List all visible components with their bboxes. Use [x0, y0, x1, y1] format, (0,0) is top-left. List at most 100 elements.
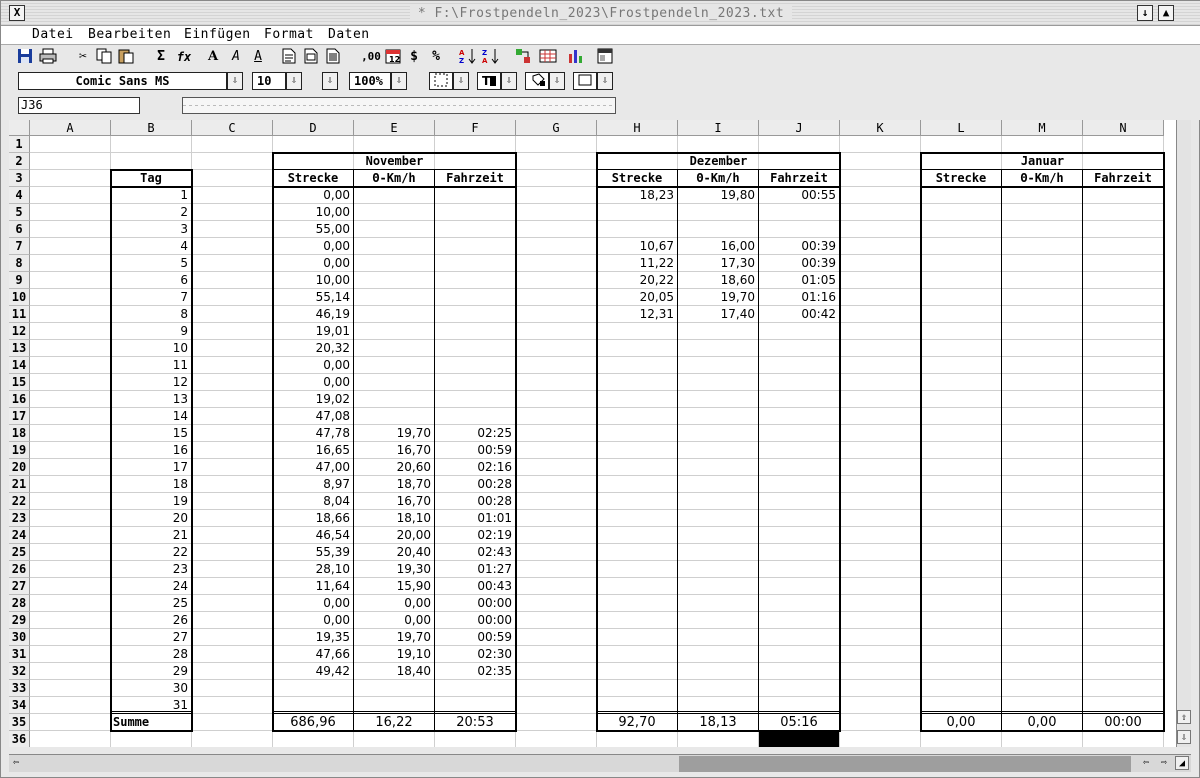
column-header-m[interactable]: M: [1002, 120, 1083, 136]
row-header-6[interactable]: 6: [9, 221, 30, 238]
row-header-7[interactable]: 7: [9, 238, 30, 255]
data-cell[interactable]: 12,31: [597, 306, 677, 323]
row-header-35[interactable]: 35: [9, 714, 30, 731]
scroll-up-icon[interactable]: ⇧: [1177, 710, 1191, 724]
data-cell[interactable]: 0,00: [273, 374, 353, 391]
tag-cell[interactable]: 7: [111, 289, 191, 306]
tag-cell[interactable]: 21: [111, 527, 191, 544]
month-column-header[interactable]: Θ-Km/h: [1002, 170, 1082, 187]
save-icon[interactable]: [16, 48, 34, 66]
formula-input[interactable]: [182, 97, 616, 114]
data-cell[interactable]: 18,66: [273, 510, 353, 527]
data-cell[interactable]: 01:01: [435, 510, 515, 527]
italic-icon[interactable]: A: [227, 48, 245, 66]
tag-cell[interactable]: 4: [111, 238, 191, 255]
row-header-33[interactable]: 33: [9, 680, 30, 697]
menu-bearbeiten[interactable]: Bearbeiten: [88, 27, 171, 42]
menu-format[interactable]: Format: [264, 27, 314, 42]
data-cell[interactable]: 0,00: [273, 187, 353, 204]
month-column-header[interactable]: Θ-Km/h: [678, 170, 758, 187]
sum-cell[interactable]: 00:00: [1083, 714, 1163, 731]
data-cell[interactable]: 01:05: [759, 272, 839, 289]
zoom-select[interactable]: 100%: [349, 72, 391, 90]
chart-icon[interactable]: [567, 48, 585, 66]
tag-cell[interactable]: 26: [111, 612, 191, 629]
tag-cell[interactable]: 12: [111, 374, 191, 391]
spreadsheet-grid[interactable]: ABCDEFGHIJKLMN 1 2 3 4 5 6 7 8 9 10 11 12 13 14 15 16 17…: [9, 120, 1191, 747]
data-cell[interactable]: 00:42: [759, 306, 839, 323]
data-cell[interactable]: 20,40: [354, 544, 434, 561]
data-cell[interactable]: 00:39: [759, 255, 839, 272]
sort-asc-icon[interactable]: AZ: [459, 48, 477, 66]
data-cell[interactable]: 47,66: [273, 646, 353, 663]
bold-icon[interactable]: A: [204, 48, 222, 66]
data-cell[interactable]: 20,32: [273, 340, 353, 357]
data-cell[interactable]: 18,70: [354, 476, 434, 493]
sheet-icon[interactable]: [302, 48, 320, 66]
tag-cell[interactable]: 17: [111, 459, 191, 476]
data-cell[interactable]: 55,39: [273, 544, 353, 561]
data-cell[interactable]: 02:25: [435, 425, 515, 442]
data-cell[interactable]: 00:55: [759, 187, 839, 204]
window-icon[interactable]: [596, 48, 614, 66]
tag-cell[interactable]: 5: [111, 255, 191, 272]
data-cell[interactable]: 20,60: [354, 459, 434, 476]
fill-color-select[interactable]: [525, 72, 549, 90]
tag-cell[interactable]: 16: [111, 442, 191, 459]
column-header-b[interactable]: B: [111, 120, 192, 136]
row-header-5[interactable]: 5: [9, 204, 30, 221]
data-cell[interactable]: 02:35: [435, 663, 515, 680]
data-cell[interactable]: 28,10: [273, 561, 353, 578]
data-cell[interactable]: 47,78: [273, 425, 353, 442]
sum-cell[interactable]: 92,70: [597, 714, 677, 731]
new-sheet-icon[interactable]: [280, 48, 298, 66]
data-cell[interactable]: 0,00: [273, 612, 353, 629]
column-header-a[interactable]: A: [30, 120, 111, 136]
row-header-30[interactable]: 30: [9, 629, 30, 646]
cut-icon[interactable]: ✂: [74, 48, 92, 66]
tag-cell[interactable]: 25: [111, 595, 191, 612]
row-header-29[interactable]: 29: [9, 612, 30, 629]
row-header-28[interactable]: 28: [9, 595, 30, 612]
data-cell[interactable]: 02:16: [435, 459, 515, 476]
data-cell[interactable]: 10,00: [273, 204, 353, 221]
row-header-23[interactable]: 23: [9, 510, 30, 527]
sum-cell[interactable]: 05:16: [759, 714, 839, 731]
data-cell[interactable]: 20,05: [597, 289, 677, 306]
row-header-34[interactable]: 34: [9, 697, 30, 714]
tag-cell[interactable]: 1: [111, 187, 191, 204]
resize-icon[interactable]: ◢: [1175, 756, 1189, 770]
horizontal-scroll-thumb[interactable]: [679, 756, 1131, 772]
frame-select[interactable]: [573, 72, 597, 90]
copy-icon[interactable]: [95, 48, 113, 66]
frame-dropdown-icon[interactable]: ⇩: [597, 72, 613, 90]
data-cell[interactable]: 18,23: [597, 187, 677, 204]
sum-icon[interactable]: Σ: [152, 48, 170, 66]
data-cell[interactable]: 19,30: [354, 561, 434, 578]
data-cell[interactable]: 02:19: [435, 527, 515, 544]
tag-cell[interactable]: 13: [111, 391, 191, 408]
sheet-list-icon[interactable]: [324, 48, 342, 66]
tag-cell[interactable]: 11: [111, 357, 191, 374]
tag-cell[interactable]: 22: [111, 544, 191, 561]
data-cell[interactable]: 8,97: [273, 476, 353, 493]
row-header-4[interactable]: 4: [9, 187, 30, 204]
cell-reference-field[interactable]: J36: [18, 97, 140, 114]
scroll-down-icon[interactable]: ⇩: [1177, 730, 1191, 744]
row-header-14[interactable]: 14: [9, 357, 30, 374]
data-cell[interactable]: 16,00: [678, 238, 758, 255]
scroll-right-icon[interactable]: ⇨: [1157, 756, 1171, 770]
sum-cell[interactable]: 16,22: [354, 714, 434, 731]
data-cell[interactable]: 19,70: [354, 629, 434, 646]
row-header-31[interactable]: 31: [9, 646, 30, 663]
data-cell[interactable]: 19,70: [354, 425, 434, 442]
month-title-januar[interactable]: Januar: [921, 153, 1164, 170]
data-cell[interactable]: 00:28: [435, 476, 515, 493]
row-header-19[interactable]: 19: [9, 442, 30, 459]
data-cell[interactable]: 8,04: [273, 493, 353, 510]
menu-daten[interactable]: Daten: [328, 27, 370, 42]
row-header-36[interactable]: 36: [9, 731, 30, 747]
data-cell[interactable]: 00:43: [435, 578, 515, 595]
month-column-header[interactable]: Fahrzeit: [759, 170, 839, 187]
tag-cell[interactable]: 28: [111, 646, 191, 663]
